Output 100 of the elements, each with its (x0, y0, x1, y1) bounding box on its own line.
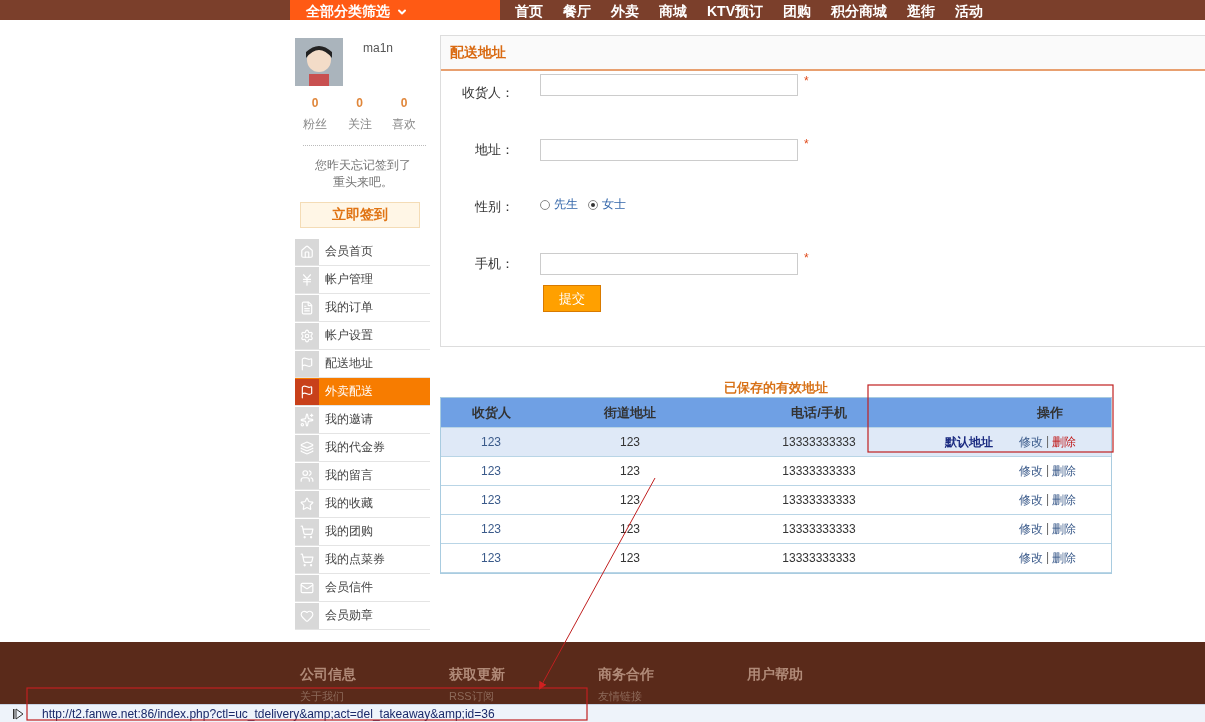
stat-label: 喜欢 (392, 116, 416, 133)
sidebar-item[interactable]: 我的点菜券 (295, 546, 430, 574)
table-cell-text: 13333333333 (781, 522, 857, 536)
edit-link[interactable]: 修改 (1019, 462, 1043, 480)
panel-title: 配送地址 (441, 36, 1205, 71)
edit-link[interactable]: 修改 (1019, 549, 1043, 567)
link-separator: | (1046, 549, 1050, 566)
sidebar-item[interactable]: 我的留言 (295, 462, 430, 490)
stat-count: 0 (356, 96, 363, 110)
username: ma1n (363, 41, 394, 57)
menu-icon (300, 580, 314, 595)
sidebar-item[interactable]: 我的订单 (295, 294, 430, 322)
menu-icon (300, 552, 314, 567)
column-header: 街道地址 (603, 403, 657, 422)
footer-heading: 商务合作 (598, 666, 655, 684)
delete-link[interactable]: 删除 (1052, 549, 1077, 567)
sign-in-message: 您昨天忘记签到了 (314, 157, 411, 174)
sidebar-item[interactable]: 会员信件 (295, 574, 430, 602)
required-mark: * (804, 74, 809, 88)
table-cell-text: 123 (619, 464, 641, 478)
menu-icon (300, 468, 314, 483)
table-title: 已保存的有效地址 (723, 379, 829, 393)
nav-link[interactable]: 首页 (515, 4, 543, 20)
field-label: 性别： (474, 198, 514, 216)
nav-link[interactable]: 积分商城 (831, 4, 887, 20)
nav-link[interactable]: KTV预订 (707, 4, 763, 20)
stat-count: 0 (400, 96, 408, 110)
status-icon (12, 707, 24, 720)
column-header: 电话/手机 (790, 403, 848, 422)
delete-link[interactable]: 删除 (1052, 462, 1077, 480)
sidebar-item[interactable]: 会员首页 (295, 238, 430, 266)
menu-icon (300, 524, 314, 539)
column-header: 收货人 (470, 403, 512, 422)
sidebar-item[interactable]: 我的收藏 (295, 490, 430, 518)
menu-icon (300, 608, 314, 623)
link-separator: | (1046, 491, 1050, 508)
link-separator: | (1046, 520, 1050, 537)
table-cell-text: 123 (480, 551, 502, 565)
sidebar-item[interactable]: 帐户管理 (295, 266, 430, 294)
menu-icon (300, 244, 314, 259)
radio-button[interactable] (588, 199, 598, 210)
menu-icon (300, 356, 314, 371)
nav-link[interactable]: 活动 (955, 4, 983, 20)
required-mark: * (804, 251, 809, 265)
sign-in-message: 重头来吧。 (332, 174, 393, 191)
menu-icon (300, 328, 314, 343)
edit-link[interactable]: 修改 (1019, 520, 1043, 538)
menu-icon (300, 384, 314, 399)
delete-link[interactable]: 删除 (1052, 433, 1077, 451)
stat-count: 0 (311, 96, 319, 110)
table-cell-text: 123 (480, 493, 502, 507)
link-separator: | (1046, 433, 1050, 450)
nav-link[interactable]: 外卖 (611, 4, 639, 20)
footer-heading: 用户帮助 (747, 666, 804, 684)
radio-option[interactable]: 女士 (588, 196, 626, 213)
menu-icon (300, 496, 314, 511)
menu-icon (300, 412, 314, 427)
nav-link[interactable]: 餐厅 (563, 4, 591, 20)
menu-icon (300, 300, 314, 315)
sidebar-item[interactable]: 我的邀请 (295, 406, 430, 434)
sidebar-item[interactable]: 帐户设置 (295, 322, 430, 350)
text-field[interactable] (540, 74, 798, 96)
table-cell-text: 123 (619, 493, 641, 507)
table-cell-text: 123 (480, 464, 502, 478)
status-url: http://t2.fanwe.net:86/index.php?ctl=uc_tdelivery&amp;act=del_takeaway&amp;id=36 (42, 706, 495, 721)
delete-link[interactable]: 删除 (1052, 491, 1077, 509)
table-row[interactable]: 123 123 13333333333 默认地址 修改 | 删除 (441, 428, 1111, 457)
field-label: 收货人： (461, 84, 514, 102)
required-mark: * (804, 137, 809, 151)
delete-link[interactable]: 删除 (1052, 520, 1077, 538)
sidebar-item[interactable]: 配送地址 (295, 350, 430, 378)
sidebar-item[interactable]: 我的代金券 (295, 434, 430, 462)
table-cell-text: 13333333333 (781, 435, 857, 449)
text-field[interactable] (540, 139, 798, 161)
sidebar-item[interactable]: 我的团购 (295, 518, 430, 546)
radio-button[interactable] (540, 199, 550, 210)
stat-label: 关注 (347, 116, 372, 133)
table-cell-text: 13333333333 (781, 551, 857, 565)
link-separator: | (1046, 462, 1050, 479)
sidebar-item[interactable]: 会员勋章 (295, 602, 430, 630)
stat-label: 粉丝 (303, 116, 327, 133)
text-field[interactable] (540, 253, 798, 275)
field-label: 地址： (474, 141, 514, 159)
table-cell-text: 13333333333 (781, 464, 857, 478)
nav-link[interactable]: 团购 (783, 4, 811, 20)
table-cell-text: 123 (480, 522, 502, 536)
nav-link[interactable]: 商城 (659, 4, 687, 20)
table-cell-text: 123 (619, 435, 641, 449)
table-cell-text: 123 (480, 435, 502, 449)
table-cell-text: 123 (619, 551, 641, 565)
default-address-label: 默认地址 (944, 433, 994, 451)
radio-option[interactable]: 先生 (540, 196, 578, 213)
menu-icon (300, 440, 314, 455)
column-header: 操作 (1036, 403, 1064, 422)
edit-link[interactable]: 修改 (1019, 433, 1043, 451)
menu-icon (300, 272, 314, 287)
table-cell-text: 13333333333 (781, 493, 857, 507)
nav-link[interactable]: 逛街 (907, 4, 935, 20)
edit-link[interactable]: 修改 (1019, 491, 1043, 509)
footer-heading: 获取更新 (449, 666, 506, 684)
